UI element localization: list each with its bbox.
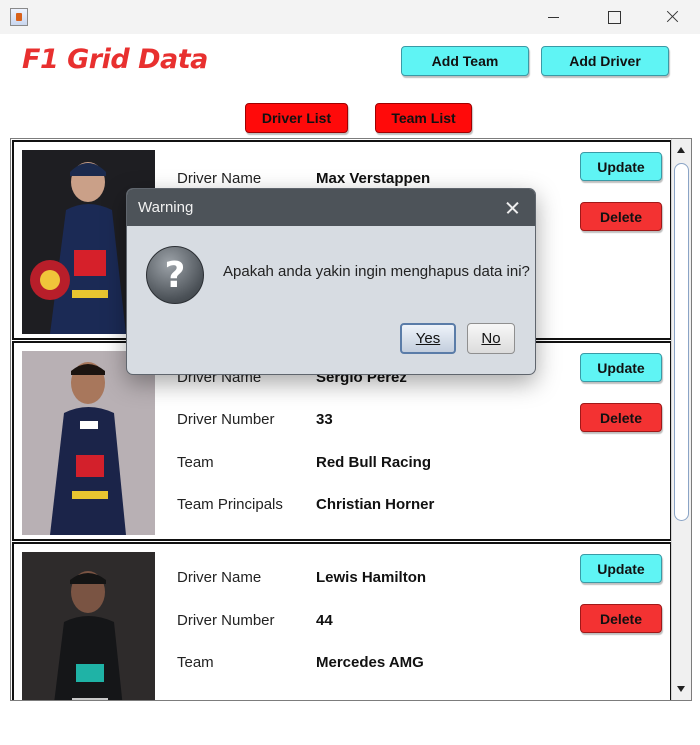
driver-photo <box>22 552 155 700</box>
update-button[interactable]: Update <box>580 554 662 583</box>
add-team-button[interactable]: Add Team <box>401 46 529 76</box>
driver-name-label: Driver Name <box>177 170 262 187</box>
driver-list-button[interactable]: Driver List <box>245 103 348 133</box>
team-principals-label: Team Principals <box>177 496 283 513</box>
driver-number-value: 44 <box>316 612 333 629</box>
no-button[interactable]: No <box>467 323 515 354</box>
scroll-down-arrow-icon[interactable] <box>672 680 691 698</box>
team-list-button[interactable]: Team List <box>375 103 472 133</box>
close-icon[interactable] <box>504 199 521 216</box>
delete-button[interactable]: Delete <box>580 403 662 432</box>
team-label: Team <box>177 654 214 671</box>
driver-number-label: Driver Number <box>177 411 275 428</box>
scroll-thumb[interactable] <box>674 163 689 521</box>
maximize-icon[interactable] <box>591 0 637 34</box>
dialog-message: Apakah anda yakin ingin menghapus data i… <box>223 263 530 280</box>
driver-name-value: Lewis Hamilton <box>316 569 427 586</box>
vertical-scrollbar[interactable] <box>671 139 691 700</box>
window-titlebar <box>0 0 700 34</box>
add-driver-button[interactable]: Add Driver <box>541 46 669 76</box>
driver-number-value: 33 <box>316 411 333 428</box>
team-label: Team <box>177 454 214 471</box>
minimize-icon[interactable] <box>531 0 577 34</box>
dialog-titlebar: Warning <box>127 189 535 226</box>
team-value: Mercedes AMG <box>316 654 424 671</box>
driver-card: Driver Name Lewis Hamilton Driver Number… <box>12 542 672 700</box>
scroll-up-arrow-icon[interactable] <box>672 141 691 159</box>
driver-name-value: Max Verstappen <box>316 170 431 187</box>
driver-photo <box>22 351 155 535</box>
update-button[interactable]: Update <box>580 353 662 382</box>
close-window-icon[interactable] <box>648 0 694 34</box>
question-icon: ? <box>146 246 204 304</box>
delete-button[interactable]: Delete <box>580 604 662 633</box>
driver-number-label: Driver Number <box>177 612 275 629</box>
delete-button[interactable]: Delete <box>580 202 662 231</box>
yes-button[interactable]: Yes <box>400 323 456 354</box>
update-button[interactable]: Update <box>580 152 662 181</box>
app-title: F1 Grid Data <box>22 44 208 75</box>
dialog-title: Warning <box>138 199 194 216</box>
java-app-icon <box>10 8 28 26</box>
team-principals-value: Christian Horner <box>316 496 435 513</box>
driver-name-label: Driver Name <box>177 569 262 586</box>
team-value: Red Bull Racing <box>316 454 432 471</box>
warning-dialog: Warning ? Apakah anda yakin ingin mengha… <box>126 188 536 375</box>
